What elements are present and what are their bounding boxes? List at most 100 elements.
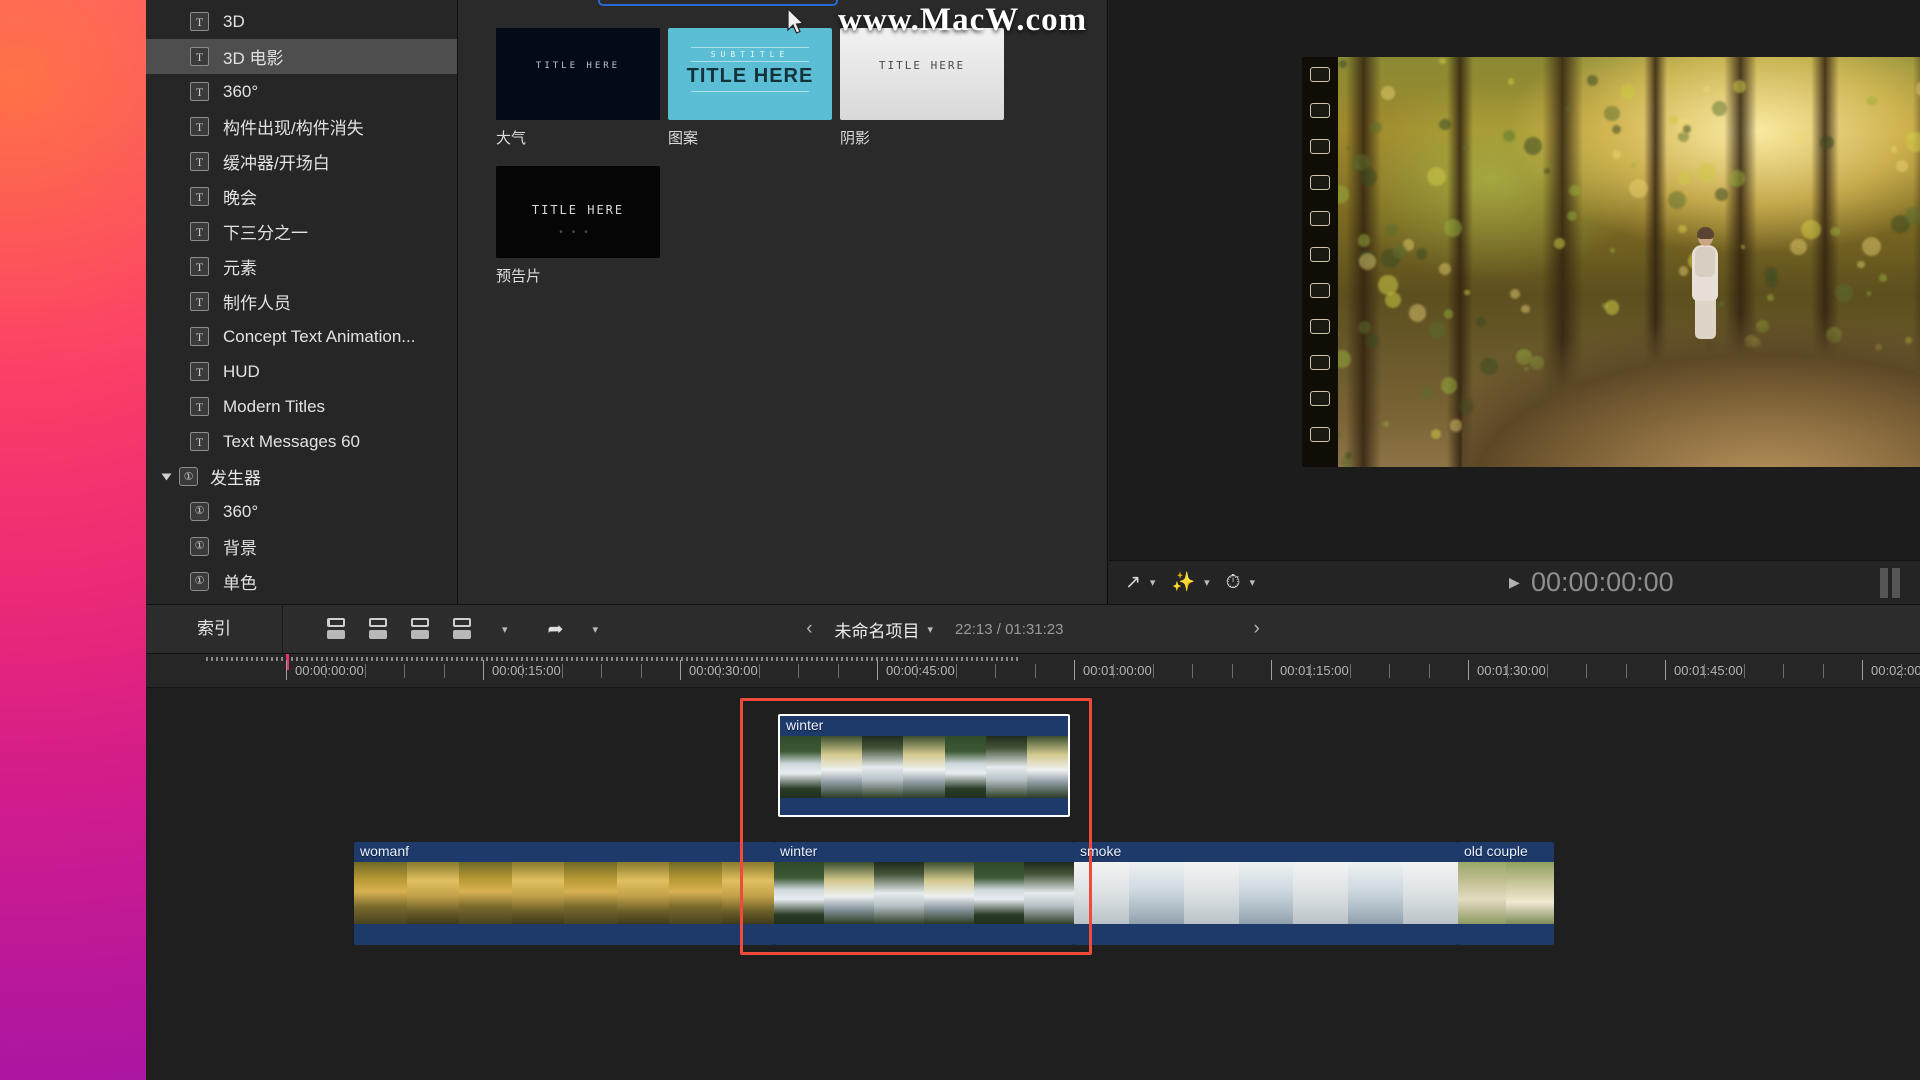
text-icon: T — [190, 397, 209, 416]
thumbnail-art: TITLE HERE — [496, 28, 660, 120]
text-icon: T — [190, 432, 209, 451]
sidebar-item-4[interactable]: T 缓冲器/开场白 — [146, 144, 457, 179]
sidebar-item-label: 3D — [223, 12, 245, 32]
clip-label: womanf — [360, 843, 409, 859]
thumbnail-label: 阴影 — [840, 127, 1004, 148]
edit-tools-group: ↓ ↓ ▾ ➦ ▾ — [325, 618, 598, 641]
sidebar-group-generators[interactable]: ① 发生器 — [146, 459, 457, 494]
text-icon: T — [190, 222, 209, 241]
clip-label: smoke — [1080, 843, 1121, 859]
sidebar-group-label: 发生器 — [210, 464, 261, 489]
text-icon: T — [190, 152, 209, 171]
thumbnail-image[interactable]: SUBTITLE TITLE HERE — [668, 28, 832, 120]
sidebar-generator-item-2[interactable]: ① 单色 — [146, 564, 457, 599]
overwrite-clip-icon[interactable] — [451, 618, 473, 640]
text-icon: T — [190, 47, 209, 66]
sidebar-item-label: 360° — [223, 82, 258, 102]
sidebar-item-0[interactable]: T 3D — [146, 4, 457, 39]
sidebar-item-1[interactable]: T 3D 电影 — [146, 39, 457, 74]
app-window: T 3D T 3D 电影 T 360° T 构件出现/构件消失 T 缓冲器/开场白 T 晚会 T 下三分之… — [0, 0, 1920, 1080]
sidebar-item-label: 背景 — [223, 534, 257, 559]
thumbnail-image[interactable]: TITLE HERE — [840, 28, 1004, 120]
sidebar-item-label: 制作人员 — [223, 289, 291, 314]
text-icon: T — [190, 292, 209, 311]
enhancements-button[interactable]: ✨ ▾ — [1171, 573, 1209, 592]
chevron-down-icon[interactable]: ▾ — [1150, 576, 1156, 589]
ruler-label: 00:01:15:00 — [1280, 663, 1349, 678]
video-preview[interactable] — [1302, 57, 1920, 467]
thumbnail-art: TITLE HERE ••• — [496, 166, 660, 258]
share-button[interactable]: ↗ ▾ — [1125, 573, 1155, 592]
timeline-ruler[interactable]: 00:00:00:00 00:00:15:00 00:00:30:00 00:00:4… — [146, 654, 1920, 688]
desktop-wallpaper — [0, 0, 146, 1080]
ruler-label: 00:02:00:00 — [1871, 663, 1920, 678]
sidebar-item-6[interactable]: T 下三分之一 — [146, 214, 457, 249]
thumbnail-art: TITLE HERE — [840, 28, 1004, 120]
timeline-clip-0[interactable]: womanf — [354, 842, 774, 945]
disclosure-triangle-icon[interactable] — [162, 473, 172, 480]
viewer-timecode[interactable]: 00:00:00:00 — [1531, 567, 1674, 598]
share-icon: ↗ — [1125, 573, 1141, 592]
thumbnail-art: SUBTITLE TITLE HERE — [668, 28, 832, 120]
play-icon[interactable]: ▶ — [1509, 574, 1520, 591]
connected-clip-winter[interactable]: winter — [778, 714, 1070, 817]
sidebar-item-label: 缓冲器/开场白 — [223, 149, 330, 174]
chevron-down-icon[interactable]: ▾ — [1204, 576, 1210, 589]
timeline-clip-2[interactable]: smoke — [1074, 842, 1458, 945]
chevron-down-icon[interactable]: ▾ — [1249, 576, 1255, 589]
timeline-clip-3[interactable]: old couple — [1458, 842, 1554, 945]
generator-icon: ① — [190, 572, 209, 591]
generator-icon: ① — [190, 537, 209, 556]
top-area: T 3D T 3D 电影 T 360° T 构件出现/构件消失 T 缓冲器/开场白 T 晚会 T 下三分之… — [146, 0, 1920, 604]
timeline-clip-1[interactable]: winter — [774, 842, 1074, 945]
sidebar-item-label: 单色 — [223, 569, 257, 594]
sidebar-item-11[interactable]: T Modern Titles — [146, 389, 457, 424]
thumbnail-cell[interactable]: TITLE HERE 大气 — [496, 28, 660, 148]
sidebar-item-10[interactable]: T HUD — [146, 354, 457, 389]
clip-label: winter — [780, 843, 817, 859]
thumbnail-grid: TITLE HERE 大气 SUBTITLE TITLE HERE 图案 TITLE HE… — [496, 28, 1096, 304]
thumbnail-cell[interactable]: SUBTITLE TITLE HERE 图案 — [668, 28, 832, 148]
sidebar-generator-item-0[interactable]: ① 360° — [146, 494, 457, 529]
sidebar-item-2[interactable]: T 360° — [146, 74, 457, 109]
sidebar-item-12[interactable]: T Text Messages 60 — [146, 424, 457, 459]
pointer-tool-icon[interactable]: ➦ — [548, 618, 564, 641]
sidebar-item-label: Modern Titles — [223, 397, 325, 417]
text-icon: T — [190, 257, 209, 276]
filmstrip-overlay — [1302, 57, 1338, 467]
thumbnail-image[interactable]: TITLE HERE — [496, 28, 660, 120]
chevron-down-icon[interactable]: ▾ — [928, 623, 934, 636]
search-input[interactable]: 🔍 搜索 — [598, 0, 838, 6]
audio-meter-icon[interactable] — [1880, 568, 1900, 598]
viewer-panel: ↗ ▾ ✨ ▾ ⏱ ▾ ▶ 00:00:00:00 — [1109, 0, 1920, 604]
ruler-label: 00:00:45:00 — [886, 663, 955, 678]
chevron-left-icon[interactable]: ‹ — [806, 618, 812, 640]
sidebar-item-8[interactable]: T 制作人员 — [146, 284, 457, 319]
text-icon: T — [190, 362, 209, 381]
chevron-down-icon[interactable]: ▾ — [502, 623, 508, 636]
clip-filmstrip — [354, 862, 774, 924]
connect-clip-icon[interactable]: ↓ — [409, 618, 431, 640]
sidebar-item-label: HUD — [223, 362, 260, 382]
ruler-label: 00:01:30:00 — [1477, 663, 1546, 678]
effects-browser: 🔍 搜索 TITLE HERE大气SUBTITLETITLE HERE图案TIT… — [458, 0, 1108, 604]
chevron-right-icon[interactable]: › — [1253, 618, 1259, 640]
insert-clip-icon[interactable]: ↓ — [367, 618, 389, 640]
chevron-down-icon[interactable]: ▾ — [592, 623, 598, 636]
thumbnail-cell[interactable]: TITLE HERE ••• 预告片 — [496, 166, 660, 286]
timeline-panel: 00:00:00:00 00:00:15:00 00:00:30:00 00:00:4… — [146, 654, 1920, 1080]
sidebar-item-3[interactable]: T 构件出现/构件消失 — [146, 109, 457, 144]
timeline-index-button[interactable]: 索引 — [146, 604, 283, 654]
thumbnail-cell[interactable]: TITLE HERE 阴影 — [840, 28, 1004, 148]
append-to-timeline-icon[interactable] — [325, 618, 347, 640]
thumbnail-image[interactable]: TITLE HERE ••• — [496, 166, 660, 258]
text-icon: T — [190, 327, 209, 346]
browser-sidebar[interactable]: T 3D T 3D 电影 T 360° T 构件出现/构件消失 T 缓冲器/开场白 T 晚会 T 下三分之… — [146, 0, 458, 604]
text-icon: T — [190, 82, 209, 101]
sidebar-item-5[interactable]: T 晚会 — [146, 179, 457, 214]
sidebar-item-7[interactable]: T 元素 — [146, 249, 457, 284]
project-name[interactable]: 未命名项目 — [835, 617, 920, 642]
sidebar-generator-item-1[interactable]: ① 背景 — [146, 529, 457, 564]
retime-button[interactable]: ⏱ ▾ — [1226, 573, 1255, 592]
sidebar-item-9[interactable]: T Concept Text Animation... — [146, 319, 457, 354]
